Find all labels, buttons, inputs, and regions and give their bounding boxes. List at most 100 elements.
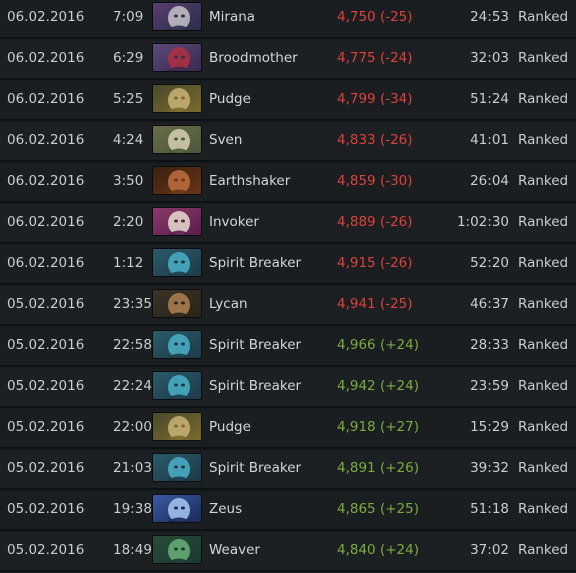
match-time: 22:00 [113, 419, 152, 435]
pudge-portrait-icon[interactable] [153, 413, 201, 440]
hero-name: Spirit Breaker [209, 378, 302, 394]
hero-name: Broodmother [209, 50, 298, 66]
earthshaker-portrait-icon[interactable] [153, 167, 201, 194]
mmr-change: 4,840 (+24) [337, 542, 419, 558]
broodmother-portrait-icon[interactable] [153, 44, 201, 71]
hero-name: Spirit Breaker [209, 460, 302, 476]
game-mode: Ranked [518, 173, 569, 189]
hero-name: Lycan [209, 296, 248, 312]
match-duration: 51:24 [470, 91, 509, 107]
match-time: 22:58 [113, 337, 152, 353]
match-date: 05.02.2016 [7, 337, 85, 353]
invoker-portrait-icon[interactable] [153, 208, 201, 235]
match-duration: 32:03 [470, 50, 509, 66]
match-date: 06.02.2016 [7, 9, 85, 25]
hero-name: Earthshaker [209, 173, 291, 189]
match-history-list: 06.02.2016 7:09 Mirana 4,750 (-25) 24:53 Rank… [0, 0, 576, 573]
match-row[interactable]: 05.02.2016 22:58 Spirit Breaker 4,966 (+24)… [0, 328, 576, 367]
match-time: 4:24 [113, 132, 144, 148]
hero-name: Pudge [209, 91, 251, 107]
match-time: 1:12 [113, 255, 144, 271]
match-duration: 15:29 [470, 419, 509, 435]
spirit-breaker-portrait-icon[interactable] [153, 372, 201, 399]
match-row[interactable]: 06.02.2016 3:50 Earthshaker 4,859 (-30) 26:0… [0, 164, 576, 203]
match-time: 19:38 [113, 501, 152, 517]
mmr-change: 4,865 (+25) [337, 501, 419, 517]
hero-name: Sven [209, 132, 243, 148]
match-duration: 39:32 [470, 460, 509, 476]
match-duration: 46:37 [470, 296, 509, 312]
game-mode: Ranked [518, 50, 569, 66]
match-date: 05.02.2016 [7, 501, 85, 517]
match-time: 18:49 [113, 542, 152, 558]
game-mode: Ranked [518, 460, 569, 476]
hero-name: Spirit Breaker [209, 255, 302, 271]
match-date: 06.02.2016 [7, 91, 85, 107]
spirit-breaker-portrait-icon[interactable] [153, 454, 201, 481]
zeus-portrait-icon[interactable] [153, 495, 201, 522]
mmr-change: 4,859 (-30) [337, 173, 413, 189]
spirit-breaker-portrait-icon[interactable] [153, 249, 201, 276]
mmr-change: 4,750 (-25) [337, 9, 413, 25]
mmr-change: 4,833 (-26) [337, 132, 413, 148]
match-duration: 1:02:30 [456, 214, 509, 230]
match-duration: 24:53 [470, 9, 509, 25]
mmr-change: 4,799 (-34) [337, 91, 413, 107]
hero-name: Weaver [209, 542, 260, 558]
game-mode: Ranked [518, 214, 569, 230]
match-row[interactable]: 05.02.2016 23:35 Lycan 4,941 (-25) 46:37 Rank… [0, 287, 576, 326]
mmr-change: 4,918 (+27) [337, 419, 419, 435]
match-date: 06.02.2016 [7, 255, 85, 271]
match-row[interactable]: 06.02.2016 1:12 Spirit Breaker 4,915 (-26) 5… [0, 246, 576, 285]
weaver-portrait-icon[interactable] [153, 536, 201, 563]
match-duration: 41:01 [470, 132, 509, 148]
game-mode: Ranked [518, 255, 569, 271]
match-date: 05.02.2016 [7, 542, 85, 558]
mmr-change: 4,966 (+24) [337, 337, 419, 353]
match-date: 06.02.2016 [7, 214, 85, 230]
game-mode: Ranked [518, 91, 569, 107]
pudge-portrait-icon[interactable] [153, 85, 201, 112]
sven-portrait-icon[interactable] [153, 126, 201, 153]
match-row[interactable]: 05.02.2016 22:00 Pudge 4,918 (+27) 15:29 Rank… [0, 410, 576, 449]
game-mode: Ranked [518, 378, 569, 394]
match-row[interactable]: 06.02.2016 6:29 Broodmother 4,775 (-24) 32:0… [0, 41, 576, 80]
mmr-change: 4,942 (+24) [337, 378, 419, 394]
match-date: 05.02.2016 [7, 419, 85, 435]
match-duration: 26:04 [470, 173, 509, 189]
match-row[interactable]: 06.02.2016 2:20 Invoker 4,889 (-26) 1:02:30 R… [0, 205, 576, 244]
match-duration: 37:02 [470, 542, 509, 558]
match-row[interactable]: 06.02.2016 5:25 Pudge 4,799 (-34) 51:24 Ranke… [0, 82, 576, 121]
match-date: 06.02.2016 [7, 132, 85, 148]
match-row[interactable]: 06.02.2016 7:09 Mirana 4,750 (-25) 24:53 Rank… [0, 0, 576, 39]
match-row[interactable]: 05.02.2016 22:24 Spirit Breaker 4,942 (+24)… [0, 369, 576, 408]
match-time: 5:25 [113, 91, 144, 107]
match-duration: 23:59 [470, 378, 509, 394]
match-date: 05.02.2016 [7, 378, 85, 394]
spirit-breaker-portrait-icon[interactable] [153, 331, 201, 358]
match-time: 21:03 [113, 460, 152, 476]
match-duration: 51:18 [470, 501, 509, 517]
match-duration: 28:33 [470, 337, 509, 353]
lycan-portrait-icon[interactable] [153, 290, 201, 317]
hero-name: Pudge [209, 419, 251, 435]
match-time: 23:35 [113, 296, 152, 312]
match-time: 2:20 [113, 214, 144, 230]
match-row[interactable]: 05.02.2016 21:03 Spirit Breaker 4,891 (+26)… [0, 451, 576, 490]
hero-name: Spirit Breaker [209, 337, 302, 353]
hero-name: Mirana [209, 9, 256, 25]
game-mode: Ranked [518, 132, 569, 148]
match-date: 05.02.2016 [7, 296, 85, 312]
game-mode: Ranked [518, 337, 569, 353]
match-row[interactable]: 06.02.2016 4:24 Sven 4,833 (-26) 41:01 Ranked [0, 123, 576, 162]
game-mode: Ranked [518, 296, 569, 312]
match-row[interactable]: 05.02.2016 19:38 Zeus 4,865 (+25) 51:18 Ranke… [0, 492, 576, 531]
game-mode: Ranked [518, 542, 569, 558]
game-mode: Ranked [518, 9, 569, 25]
match-row[interactable]: 05.02.2016 18:49 Weaver 4,840 (+24) 37:02 Ran… [0, 533, 576, 572]
mmr-change: 4,889 (-26) [337, 214, 413, 230]
mirana-portrait-icon[interactable] [153, 3, 201, 30]
game-mode: Ranked [518, 501, 569, 517]
match-time: 22:24 [113, 378, 152, 394]
mmr-change: 4,775 (-24) [337, 50, 413, 66]
